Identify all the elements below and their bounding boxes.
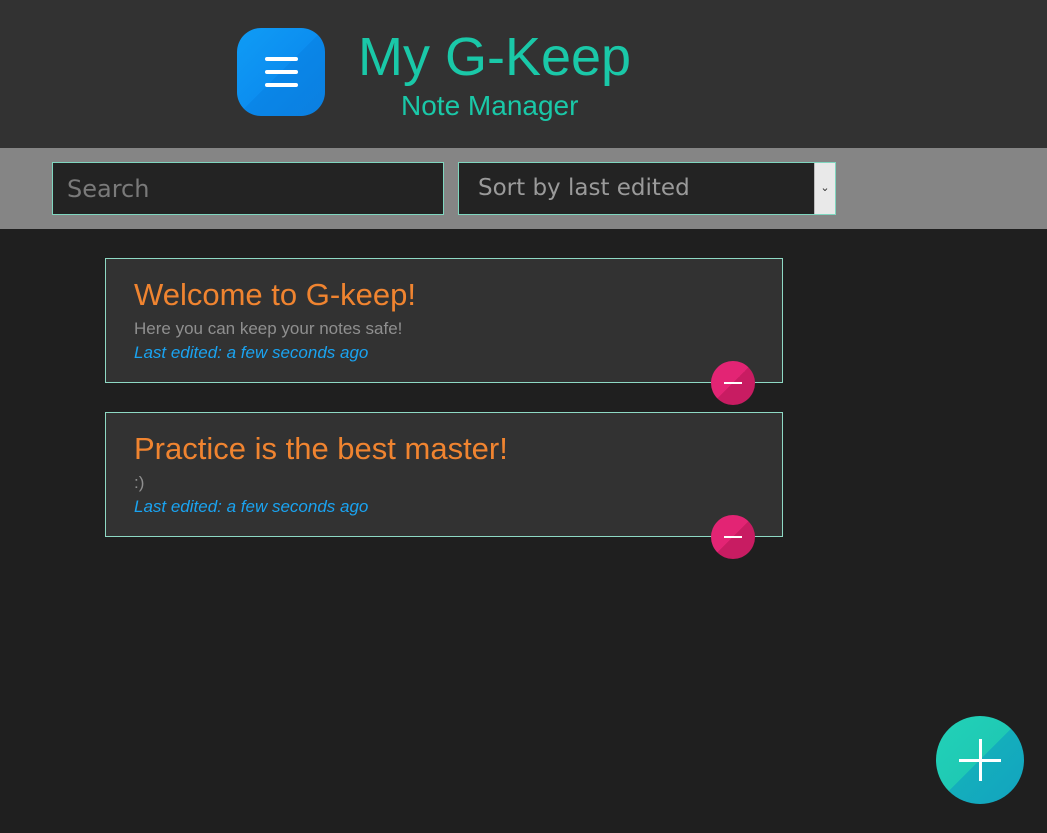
note-body: Here you can keep your notes safe! [134,319,403,338]
add-note-button[interactable] [936,716,1024,804]
note-card[interactable]: Practice is the best master! :) Last edi… [105,412,783,537]
note-last-edited: Last edited: a few seconds ago [134,497,369,516]
minus-icon [724,536,742,538]
app-header: My G-Keep Note Manager [0,0,1047,148]
menu-button[interactable] [237,28,325,116]
chevron-down-icon[interactable]: ⌄ [814,163,835,214]
delete-note-button[interactable] [711,361,755,405]
search-input[interactable] [52,162,444,215]
app-subtitle: Note Manager [401,90,579,121]
sort-select[interactable]: Sort by last edited ⌄ [458,162,836,215]
app-title: My G-Keep [358,27,632,87]
note-title: Practice is the best master! [134,431,508,466]
minus-icon [724,382,742,384]
note-last-edited: Last edited: a few seconds ago [134,343,369,362]
note-title: Welcome to G-keep! [134,277,416,312]
sort-selected-value: Sort by last edited [478,175,690,201]
note-body: :) [134,473,145,492]
delete-note-button[interactable] [711,515,755,559]
note-card[interactable]: Welcome to G-keep! Here you can keep you… [105,258,783,383]
